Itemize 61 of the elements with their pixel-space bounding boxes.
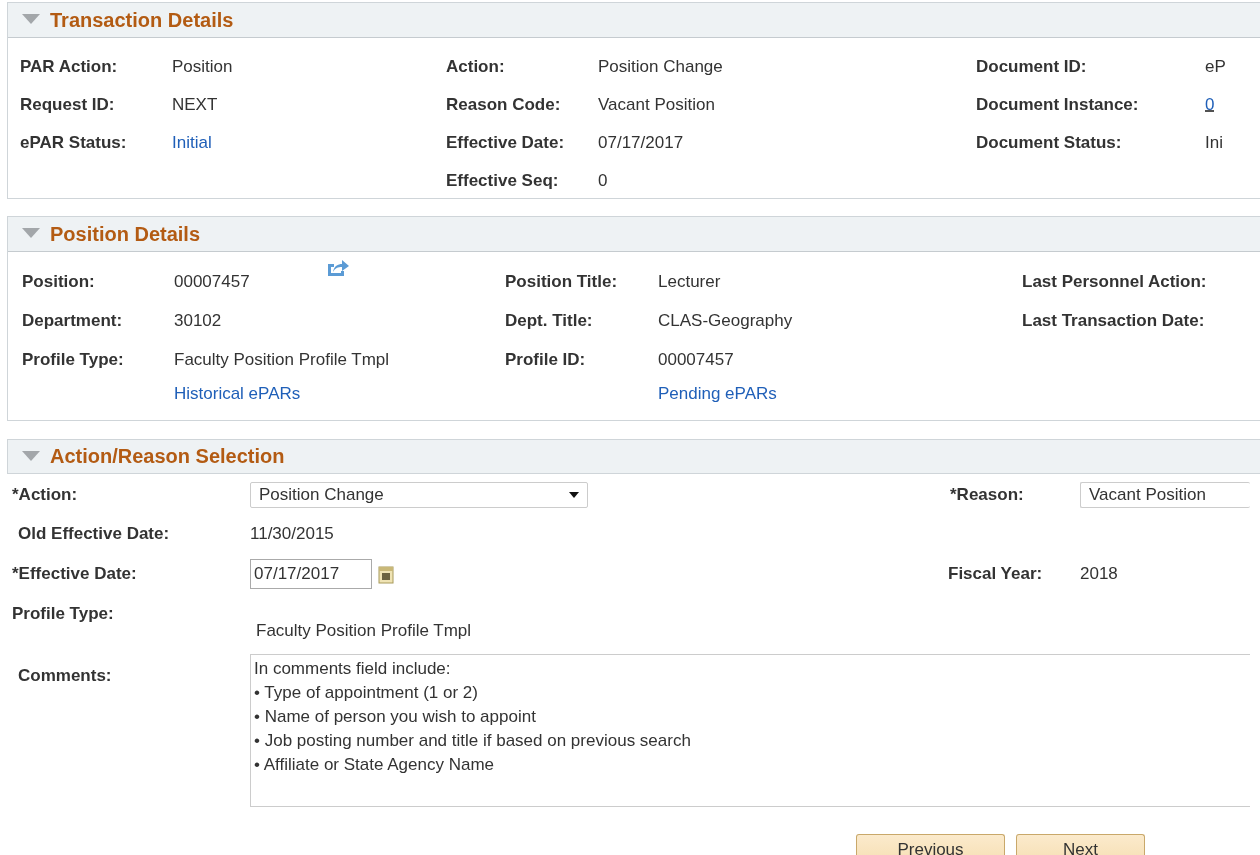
field-label: Action: <box>446 57 506 77</box>
field-label: *Action: <box>11 485 79 505</box>
field-label: PAR Action: <box>20 57 119 77</box>
status-link[interactable]: Initial <box>172 133 212 153</box>
instance-link[interactable]: 0 <box>1205 95 1215 115</box>
field-label: Fiscal Year: <box>948 564 1044 584</box>
field-value: NEXT <box>172 95 218 115</box>
dropdown-arrow-icon <box>569 492 579 498</box>
field-label: Position Title: <box>505 271 619 292</box>
field-value: 00007457 <box>658 349 734 370</box>
field-value: Ini <box>1205 133 1223 153</box>
section-title: Transaction Details <box>50 8 234 32</box>
field-value: 11/30/2015 <box>250 524 334 544</box>
epars-link[interactable]: Historical ePARs <box>174 384 301 404</box>
field-label: Profile Type: <box>22 349 125 370</box>
field-label: Effective Seq: <box>446 171 560 191</box>
reason-dropdown[interactable]: Vacant Position <box>1080 482 1250 508</box>
collapse-toggle-icon[interactable] <box>22 450 40 463</box>
date-input[interactable]: 07/17/2017 <box>250 559 372 589</box>
field-value: Position <box>172 57 233 77</box>
field-label: Comments: <box>17 665 113 686</box>
previous-button[interactable]: Previous <box>856 834 1005 855</box>
next-button[interactable]: Next <box>1016 834 1145 855</box>
section-title: Position Details <box>50 222 201 246</box>
field-value: Vacant Position <box>598 95 715 115</box>
field-label: Document Status: <box>976 133 1123 153</box>
action-dropdown[interactable]: Position Change <box>250 482 588 508</box>
field-value: 07/17/2017 <box>598 133 684 153</box>
field-value: CLAS-Geography <box>658 310 793 331</box>
collapse-toggle-icon[interactable] <box>22 14 40 26</box>
field-label: *Reason: <box>950 485 1025 505</box>
calendar-icon[interactable] <box>378 564 394 584</box>
field-value: Faculty Position Profile Tmpl <box>255 620 472 641</box>
field-value: 2018 <box>1080 564 1118 584</box>
field-label: Effective Date: <box>446 133 566 153</box>
field-label: Document Instance: <box>976 95 1140 115</box>
field-label: ePAR Status: <box>20 133 128 153</box>
field-value: 00007457 <box>174 271 250 292</box>
field-value: eP <box>1205 57 1226 77</box>
field-label: Reason Code: <box>446 95 562 115</box>
share-icon[interactable] <box>325 257 350 278</box>
field-label: Position: <box>22 271 96 292</box>
field-label: Old Effective Date: <box>17 524 171 544</box>
field-value: Faculty Position Profile Tmpl <box>174 349 390 370</box>
field-label: Dept. Title: <box>505 310 594 331</box>
field-value: Position Change <box>598 57 723 77</box>
field-label: *Effective Date: <box>11 564 138 584</box>
section-title: Action/Reason Selection <box>50 445 285 468</box>
field-label: Profile ID: <box>505 349 587 370</box>
field-value: 30102 <box>174 310 222 331</box>
field-value: Lecturer <box>658 271 721 292</box>
comments-field[interactable]: In comments field include: • Type of appointment (1 or 2) • Name of person you wish to appoint • Job posting number and title if based on previous search • Affiliate or State Agency Name <box>250 654 1250 807</box>
collapse-toggle-icon[interactable] <box>22 228 40 240</box>
field-value: 0 <box>598 171 608 191</box>
field-label: Profile Type: <box>11 603 115 624</box>
field-label: Department: <box>22 310 124 331</box>
epars-link[interactable]: Pending ePARs <box>658 384 777 404</box>
field-label: Last Transaction Date: <box>1022 310 1205 331</box>
field-label: Last Personnel Action: <box>1022 271 1207 292</box>
field-label: Document ID: <box>976 57 1088 77</box>
field-label: Request ID: <box>20 95 116 115</box>
